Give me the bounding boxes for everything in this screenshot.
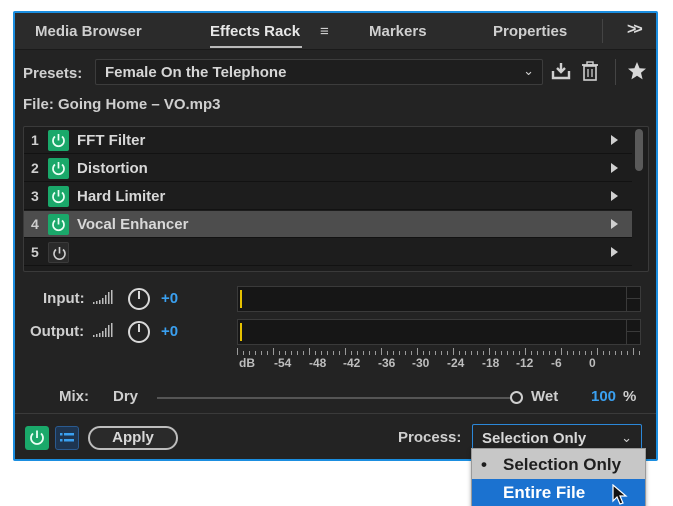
slot-number: 2: [31, 160, 39, 176]
tab-menu-icon[interactable]: ≡: [320, 23, 329, 40]
chevron-down-icon: ⌄: [621, 430, 632, 445]
toolbar-divider: [615, 59, 616, 85]
mix-slider-thumb[interactable]: [510, 391, 523, 404]
power-icon[interactable]: [48, 130, 69, 151]
meter-scale-label: -42: [343, 356, 361, 370]
process-label: Process:: [398, 429, 462, 446]
meter-level-line: [240, 323, 242, 341]
tab-markers[interactable]: Markers: [369, 23, 427, 40]
slot-number: 4: [31, 216, 39, 232]
output-label: Output:: [30, 323, 85, 340]
list-toggle-icon[interactable]: [55, 426, 79, 450]
meter-scale-ticks: [237, 348, 640, 355]
effect-name: FFT Filter: [77, 132, 146, 149]
effect-slot-1[interactable]: 1 FFT Filter: [24, 127, 632, 154]
power-icon[interactable]: [48, 214, 69, 235]
play-arrow-icon[interactable]: [611, 135, 618, 145]
checked-bullet-icon: •: [481, 455, 487, 474]
mix-unit: %: [623, 388, 637, 405]
tab-properties[interactable]: Properties: [493, 23, 567, 40]
play-arrow-icon[interactable]: [611, 191, 618, 201]
menu-item-label: Selection Only: [503, 455, 622, 474]
input-value[interactable]: +0: [161, 290, 178, 307]
play-arrow-icon[interactable]: [611, 219, 618, 229]
effect-name: Hard Limiter: [77, 188, 166, 205]
star-icon[interactable]: [627, 61, 647, 86]
effect-name: Distortion: [77, 160, 148, 177]
effect-slot-2[interactable]: 2 Distortion: [24, 155, 632, 182]
meter-scale-label: -24: [447, 356, 465, 370]
mix-label: Mix:: [59, 388, 89, 405]
input-label: Input:: [43, 290, 85, 307]
power-icon[interactable]: [48, 158, 69, 179]
effect-name: Vocal Enhancer: [77, 216, 189, 233]
effects-list: 1 FFT Filter 2 Distortion 3 Hard Limiter…: [23, 126, 649, 272]
tab-media-browser[interactable]: Media Browser: [35, 23, 142, 40]
meter-clip-indicator: [626, 320, 640, 344]
input-meter: [237, 286, 641, 312]
mouse-cursor-icon: [612, 483, 628, 506]
process-value: Selection Only: [482, 430, 587, 447]
meter-scale-label: -30: [412, 356, 430, 370]
slot-number: 5: [31, 244, 39, 260]
power-icon[interactable]: [48, 242, 69, 263]
tab-effects-rack[interactable]: Effects Rack: [210, 23, 303, 48]
meter-scale-label: -54: [274, 356, 292, 370]
rack-power-icon[interactable]: [25, 426, 49, 450]
panel-tabs: Media Browser Effects Rack ≡ Markers Pro…: [15, 13, 656, 50]
process-dropdown-menu: • Selection Only Entire File: [471, 448, 646, 506]
slot-number: 1: [31, 132, 39, 148]
meter-scale-label: -12: [516, 356, 534, 370]
chevron-down-icon: ⌄: [523, 63, 534, 78]
meter-scale-label: -6: [551, 356, 562, 370]
rack-scrollbar[interactable]: [635, 129, 643, 171]
file-label: File: Going Home – VO.mp3: [23, 96, 221, 113]
download-icon[interactable]: [551, 61, 571, 86]
trash-icon[interactable]: [581, 61, 599, 86]
output-value[interactable]: +0: [161, 323, 178, 340]
mix-value[interactable]: 100: [591, 388, 616, 405]
meter-scale-label: 0: [589, 356, 596, 370]
meter-level-line: [240, 290, 242, 308]
mix-slider-track[interactable]: [157, 397, 512, 399]
meter-scale-label: -48: [309, 356, 327, 370]
effect-slot-5[interactable]: 5: [24, 239, 632, 266]
menu-item-label: Entire File: [503, 483, 586, 502]
presets-label: Presets:: [23, 65, 83, 82]
power-icon[interactable]: [48, 186, 69, 207]
mix-dry-label: Dry: [113, 388, 139, 405]
effect-slot-4[interactable]: 4 Vocal Enhancer: [24, 211, 632, 238]
menu-item-entire-file[interactable]: Entire File: [472, 479, 645, 506]
menu-item-selection-only[interactable]: • Selection Only: [472, 451, 645, 478]
effects-rack-panel: Media Browser Effects Rack ≡ Markers Pro…: [13, 11, 658, 461]
tabs-divider: [602, 19, 603, 43]
signal-bars-icon: [92, 289, 114, 310]
meter-scale-label: dB: [239, 356, 255, 370]
effect-slot-3[interactable]: 3 Hard Limiter: [24, 183, 632, 210]
play-arrow-icon[interactable]: [611, 163, 618, 173]
signal-bars-icon: [92, 322, 114, 343]
output-meter: [237, 319, 641, 345]
tabs-overflow-icon[interactable]: >>: [627, 21, 643, 39]
meter-scale-label: -36: [378, 356, 396, 370]
meter-clip-indicator: [626, 287, 640, 311]
presets-dropdown[interactable]: Female On the Telephone ⌄: [95, 59, 543, 85]
output-knob[interactable]: [127, 320, 151, 344]
mix-wet-label: Wet: [531, 388, 559, 405]
meter-scale-label: -18: [482, 356, 500, 370]
input-knob[interactable]: [127, 287, 151, 311]
play-arrow-icon[interactable]: [611, 247, 618, 257]
footer-divider: [15, 413, 656, 414]
presets-value: Female On the Telephone: [105, 64, 287, 81]
apply-button[interactable]: Apply: [88, 426, 178, 450]
slot-number: 3: [31, 188, 39, 204]
